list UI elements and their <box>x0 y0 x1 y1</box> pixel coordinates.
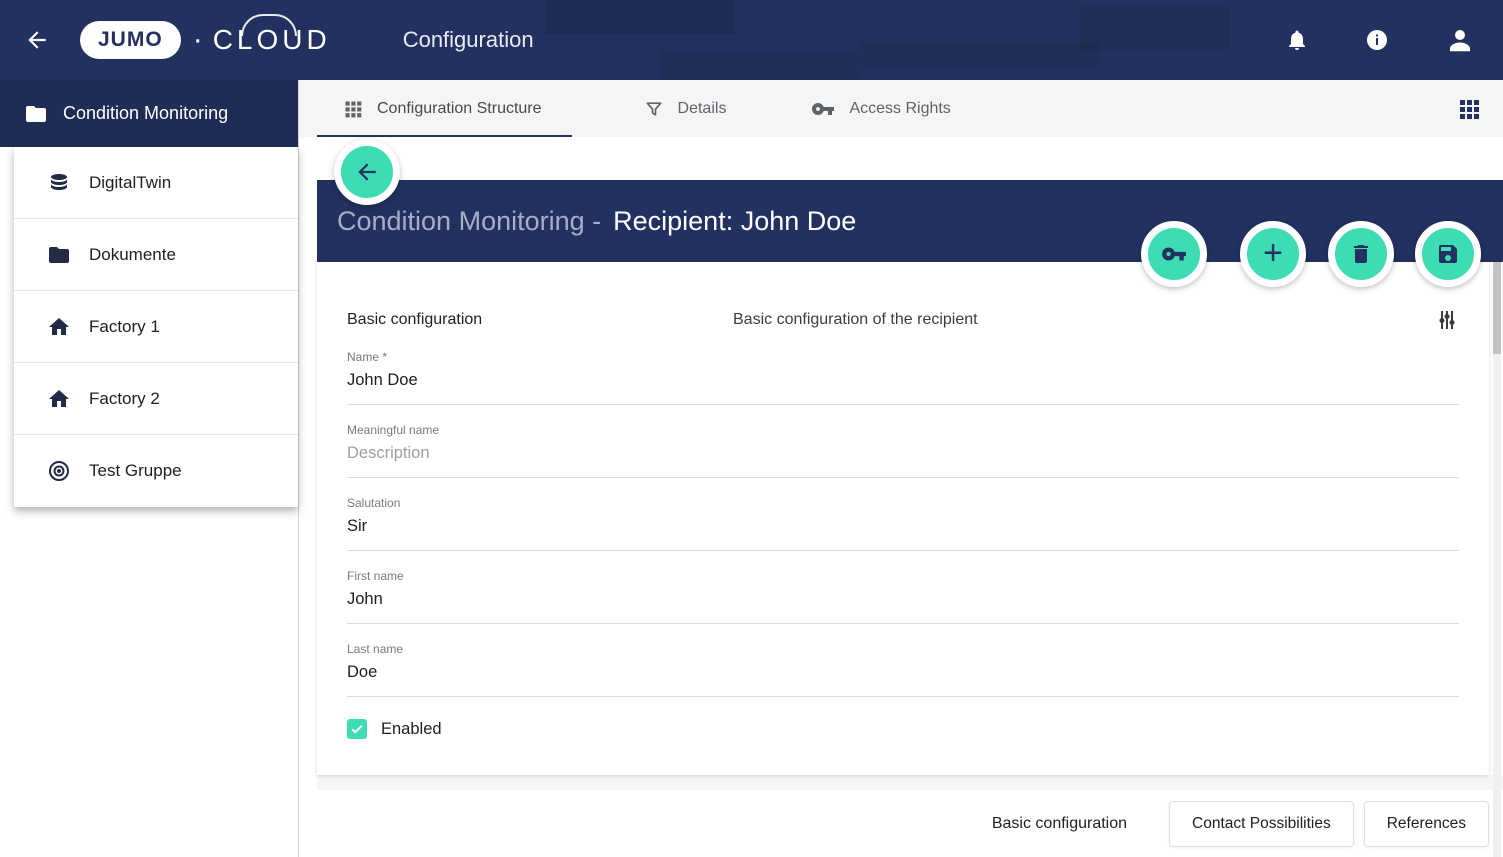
first-name-field[interactable]: First name John <box>347 569 1459 624</box>
main-area: Configuration Structure Details Access R… <box>299 80 1503 857</box>
sidebar-item-digitaltwin[interactable]: DigitalTwin <box>14 147 298 219</box>
sidebar-header-label: Condition Monitoring <box>63 103 228 124</box>
sidebar-item-label: DigitalTwin <box>89 173 171 193</box>
form-fields: Name * John Doe Meaningful name Descript… <box>347 350 1459 697</box>
folder-icon <box>47 243 71 267</box>
filter-icon <box>644 99 664 119</box>
jumo-cloud-logo[interactable]: JUMO · CLOUD <box>80 21 331 59</box>
apps-grid-icon[interactable] <box>1457 97 1481 121</box>
access-rights-fab-button[interactable] <box>1141 221 1207 287</box>
key-icon <box>811 97 835 121</box>
tab-label: Details <box>678 100 727 118</box>
sidebar-item-test-gruppe[interactable]: Test Gruppe <box>14 435 298 507</box>
section-title: Basic configuration <box>347 311 733 329</box>
sidebar-item-dokumente[interactable]: Dokumente <box>14 219 298 291</box>
enabled-checkbox-row[interactable]: Enabled <box>347 719 1459 739</box>
vertical-scrollbar[interactable] <box>1493 262 1501 857</box>
field-value[interactable]: John <box>347 590 1459 610</box>
arrow-left-icon <box>354 159 380 185</box>
field-label: Name * <box>347 350 1459 364</box>
footer-bar: Basic configuration Contact Possibilitie… <box>317 790 1489 857</box>
plus-icon: + <box>1263 236 1283 270</box>
card-footer-gap <box>317 775 1503 790</box>
section-header-row: Basic configuration Basic configuration … <box>347 308 1459 332</box>
jumo-logo-text: JUMO <box>80 21 181 59</box>
record-header-prefix: Condition Monitoring - <box>337 206 601 237</box>
folder-icon <box>24 102 48 126</box>
sidebar-item-condition-monitoring[interactable]: Condition Monitoring <box>0 80 298 147</box>
sidebar-item-factory-2[interactable]: Factory 2 <box>14 363 298 435</box>
record-header-band: Condition Monitoring - Recipient: John D… <box>317 180 1503 262</box>
footer-section-label: Basic configuration <box>992 815 1127 833</box>
target-icon <box>47 459 71 483</box>
sidebar-item-label: Factory 1 <box>89 317 160 337</box>
field-label: Salutation <box>347 496 1459 510</box>
enabled-checkbox-label[interactable]: Enabled <box>381 720 442 739</box>
enabled-checkbox[interactable] <box>347 719 367 739</box>
info-icon[interactable] <box>1365 28 1389 52</box>
field-label: Meaningful name <box>347 423 1459 437</box>
sidebar-list: DigitalTwin Dokumente Factory 1 Factory … <box>14 147 298 507</box>
meaningful-name-field[interactable]: Meaningful name Description <box>347 423 1459 478</box>
field-value[interactable]: Sir <box>347 517 1459 537</box>
name-field[interactable]: Name * John Doe <box>347 350 1459 405</box>
grid-icon <box>343 99 363 119</box>
topbar-actions <box>1285 25 1475 55</box>
tab-label: Configuration Structure <box>377 100 542 118</box>
field-value[interactable]: Doe <box>347 663 1459 683</box>
field-label: Last name <box>347 642 1459 656</box>
record-header-title: Recipient: John Doe <box>613 206 856 237</box>
tab-label: Access Rights <box>849 100 950 118</box>
home-icon <box>47 315 71 339</box>
field-value[interactable]: John Doe <box>347 371 1459 391</box>
tab-access-rights[interactable]: Access Rights <box>781 80 980 137</box>
last-name-field[interactable]: Last name Doe <box>347 642 1459 697</box>
contact-possibilities-button[interactable]: Contact Possibilities <box>1169 801 1354 847</box>
home-icon <box>47 387 71 411</box>
field-placeholder[interactable]: Description <box>347 444 1459 464</box>
key-icon <box>1161 241 1187 267</box>
tab-bar: Configuration Structure Details Access R… <box>299 80 1503 137</box>
salutation-field[interactable]: Salutation Sir <box>347 496 1459 551</box>
save-fab-button[interactable] <box>1415 221 1481 287</box>
digital-twin-icon <box>47 171 71 195</box>
tune-icon[interactable] <box>1435 308 1459 332</box>
bell-icon[interactable] <box>1285 28 1309 52</box>
back-arrow-icon[interactable] <box>24 27 50 53</box>
sidebar-item-label: Dokumente <box>89 245 176 265</box>
tab-details[interactable]: Details <box>614 80 757 137</box>
trash-icon <box>1349 242 1373 266</box>
field-label: First name <box>347 569 1459 583</box>
sidebar-item-label: Test Gruppe <box>89 461 182 481</box>
section-subtitle: Basic configuration of the recipient <box>733 311 1435 329</box>
basic-configuration-card: Basic configuration Basic configuration … <box>317 262 1489 775</box>
brand-separator: · <box>193 23 203 57</box>
add-fab-button[interactable]: + <box>1240 221 1306 287</box>
delete-fab-button[interactable] <box>1328 221 1394 287</box>
references-button[interactable]: References <box>1364 801 1489 847</box>
scrollbar-thumb[interactable] <box>1493 262 1501 354</box>
save-icon <box>1436 242 1460 266</box>
sidebar: Condition Monitoring DigitalTwin Dokumen… <box>0 80 299 857</box>
account-icon[interactable] <box>1445 25 1475 55</box>
sidebar-item-label: Factory 2 <box>89 389 160 409</box>
top-bar: JUMO · CLOUD Configuration <box>0 0 1503 80</box>
app-window: JUMO · CLOUD Configuration Condition Mon… <box>0 0 1503 857</box>
page-title: Configuration <box>403 27 534 53</box>
sidebar-item-factory-1[interactable]: Factory 1 <box>14 291 298 363</box>
cloud-logo-text: CLOUD <box>213 24 331 56</box>
tab-configuration-structure[interactable]: Configuration Structure <box>317 80 572 137</box>
back-fab-button[interactable] <box>334 139 400 205</box>
content-scroll-area: Condition Monitoring - Recipient: John D… <box>299 137 1503 857</box>
